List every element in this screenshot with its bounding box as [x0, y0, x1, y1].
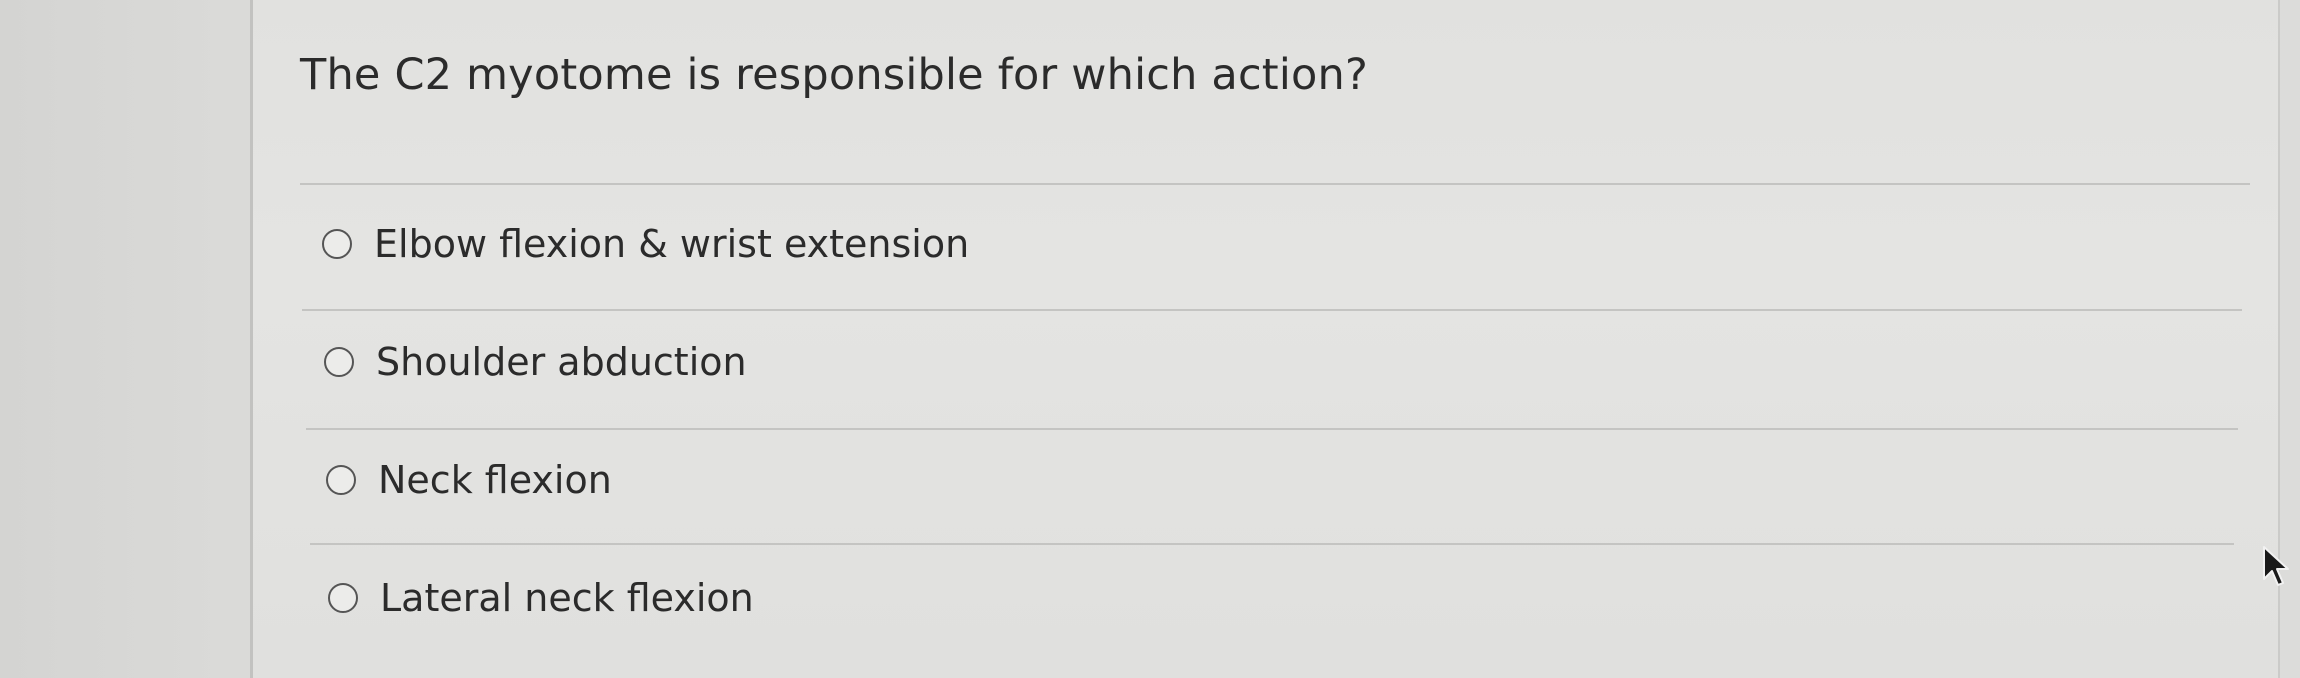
divider: [300, 183, 2250, 185]
radio-button[interactable]: [322, 229, 352, 259]
option-label: Neck flexion: [378, 458, 612, 502]
option-lateral-neck-flexion[interactable]: Lateral neck flexion: [328, 576, 754, 620]
radio-button[interactable]: [326, 465, 356, 495]
question-text: The C2 myotome is responsible for which …: [300, 50, 1369, 100]
option-label: Shoulder abduction: [376, 340, 747, 384]
option-label: Lateral neck flexion: [380, 576, 754, 620]
option-label: Elbow flexion & wrist extension: [374, 222, 970, 266]
option-shoulder-abduction[interactable]: Shoulder abduction: [324, 340, 747, 384]
mouse-pointer-icon: [2263, 546, 2289, 586]
quiz-page: The C2 myotome is responsible for which …: [0, 0, 2300, 678]
radio-button[interactable]: [324, 347, 354, 377]
divider: [310, 543, 2234, 545]
divider: [302, 309, 2242, 311]
radio-button[interactable]: [328, 583, 358, 613]
divider: [306, 428, 2238, 430]
option-neck-flexion[interactable]: Neck flexion: [326, 458, 612, 502]
option-elbow-flexion-wrist-extension[interactable]: Elbow flexion & wrist extension: [322, 222, 969, 266]
